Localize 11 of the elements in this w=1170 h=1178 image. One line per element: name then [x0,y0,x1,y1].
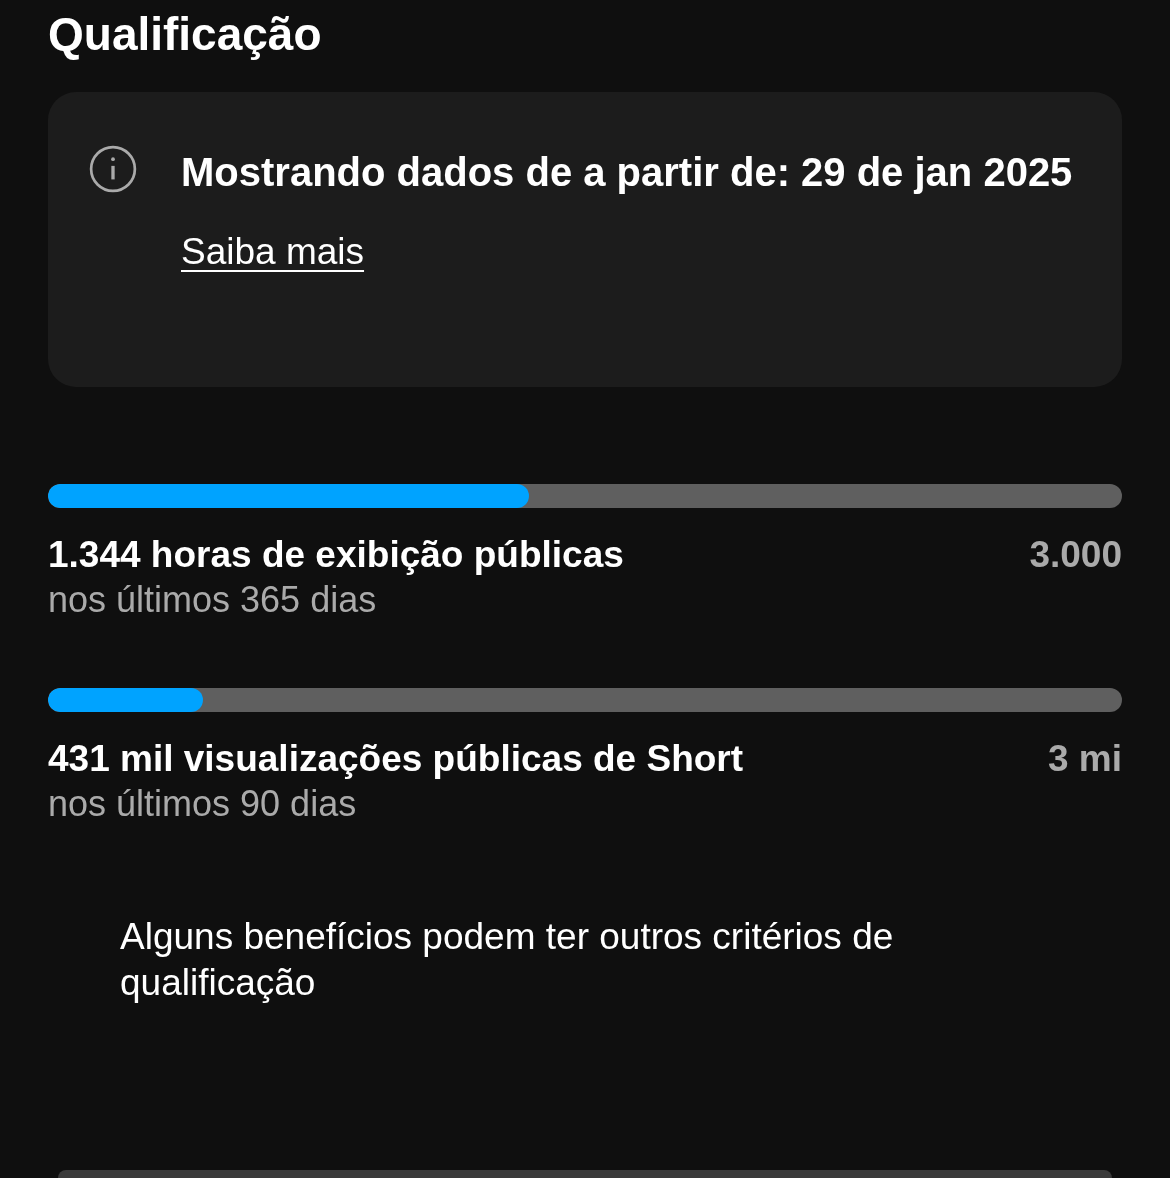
note-text: Alguns benefícios podem ter outros critérios de qualificação [120,915,895,1005]
metric-target: 3.000 [1029,533,1122,577]
metric-target: 3 mi [1047,737,1122,781]
metric-label: 1.344 horas de exibição públicas [48,533,624,577]
info-icon [88,144,138,194]
metric-period: nos últimos 365 dias [48,578,377,622]
metric-label: 431 mil visualizações públicas de Short [48,737,744,781]
notice-text: Mostrando dados de a partir de: 29 de jan 2025 [181,149,1074,196]
learn-more-link[interactable]: Saiba mais [181,230,365,274]
metric-period: nos últimos 90 dias [48,782,357,826]
section-title: Qualificação [48,7,323,62]
